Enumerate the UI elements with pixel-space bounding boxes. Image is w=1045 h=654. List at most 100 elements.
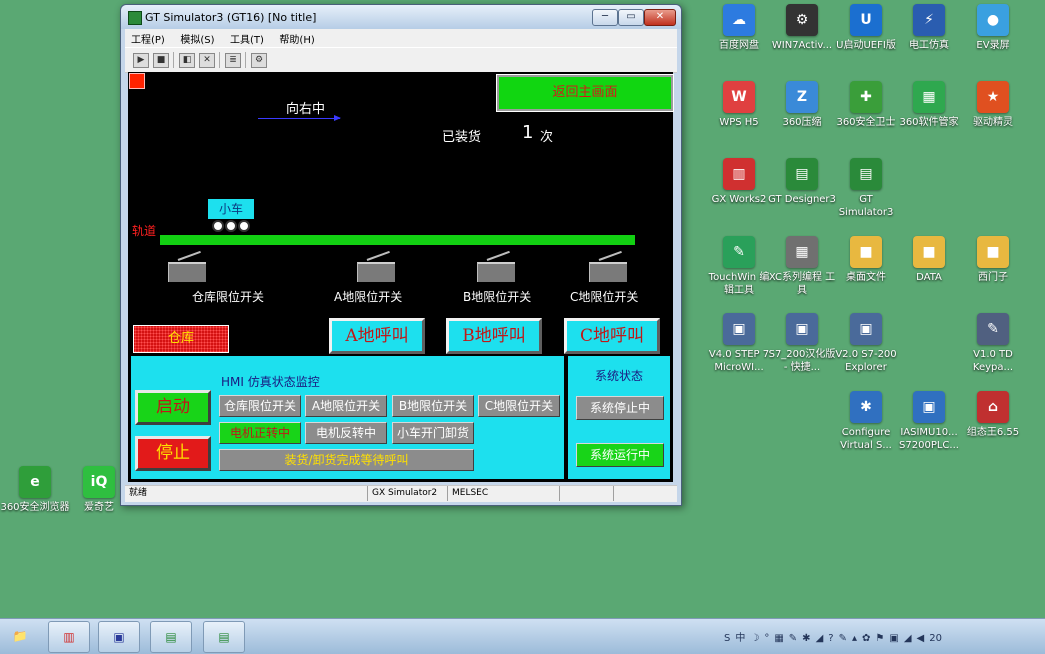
menu-simulate[interactable]: 模拟(S)	[174, 29, 220, 48]
cart-wheel	[212, 220, 224, 232]
wait-call-indicator: 装货/卸货完成等待呼叫	[219, 449, 474, 471]
desktop-icon[interactable]: ▦ 360软件管家	[894, 81, 964, 129]
menu-bar: 工程(P) 模拟(S) 工具(T) 帮助(H)	[125, 29, 677, 47]
desktop-icon[interactable]: ✱ Configure Virtual S...	[831, 391, 901, 452]
system-status-panel: 系统状态 系统停止中 系统运行中	[568, 356, 670, 479]
tray-icon[interactable]: ◢	[904, 633, 912, 644]
desktop-icon[interactable]: ■ DATA	[894, 236, 964, 284]
c-call-button[interactable]: C地呼叫	[564, 318, 660, 354]
app-icon: ▤	[850, 158, 882, 190]
tray-icon[interactable]: 中	[735, 629, 745, 644]
desktop-icon[interactable]: ✎ TouchWin 编辑工具	[704, 236, 774, 297]
desktop-icon-label: WPS H5	[719, 117, 759, 128]
desktop-icon[interactable]: ▣ S7_200汉化版 - 快捷...	[767, 313, 837, 374]
close-button[interactable]: ✕	[644, 9, 676, 26]
desktop-icon[interactable]: e 360安全浏览器	[0, 466, 70, 514]
a-call-button[interactable]: A地呼叫	[329, 318, 425, 354]
desktop-icon-label: GT Simulator3	[838, 194, 894, 218]
explorer-taskbar-icon[interactable]: 📁	[0, 621, 40, 651]
gt-simulator-taskbar-icon[interactable]: ▤	[203, 621, 245, 653]
desktop-icon[interactable]: ▣ V4.0 STEP 7 MicroWI...	[704, 313, 774, 374]
tray-icon[interactable]: ▣	[889, 633, 898, 644]
settings-icon[interactable]: ⚙	[251, 53, 267, 68]
title-bar[interactable]: GT Simulator3 (GT16) [No title] ─ ▭ ✕	[121, 5, 681, 29]
desktop-icon[interactable]: W WPS H5	[704, 81, 774, 129]
desktop-icon-label: V2.0 S7-200 Explorer	[835, 349, 897, 373]
tray-icon[interactable]: ▦	[774, 633, 783, 644]
app-icon: ■	[977, 236, 1009, 268]
desktop-icon[interactable]: ✎ V1.0 TD Keypa...	[958, 313, 1028, 374]
clear-icon[interactable]: ✕	[199, 53, 215, 68]
device-monitor-icon[interactable]: ◧	[179, 53, 195, 68]
desktop-icon[interactable]: ● EV录屏	[958, 4, 1028, 52]
desktop-icon[interactable]: ⌂ 组态王6.55	[958, 391, 1028, 439]
tray-icon[interactable]: S	[724, 633, 730, 644]
desktop-icon-label: 360安全卫士	[836, 117, 896, 128]
desktop-icon[interactable]: ■ 桌面文件	[831, 236, 901, 284]
menu-help[interactable]: 帮助(H)	[273, 29, 320, 48]
tray-icon[interactable]: ◢	[816, 633, 824, 644]
tray-icon[interactable]: ☽	[750, 633, 759, 644]
status-cell-empty	[613, 486, 674, 501]
menu-project[interactable]: 工程(P)	[125, 29, 171, 48]
monitor-title: HMI 仿真状态监控	[221, 375, 320, 389]
desktop-icon[interactable]: ▥ GX Works2	[704, 158, 774, 206]
stop-button[interactable]: 停止	[135, 436, 211, 471]
list-icon[interactable]: ≣	[225, 53, 241, 68]
desktop-icon[interactable]: ▤ GT Simulator3	[831, 158, 901, 219]
tray-icon[interactable]: ✿	[862, 633, 870, 644]
app-icon: ▥	[723, 158, 755, 190]
desktop-icon[interactable]: ✚ 360安全卫士	[831, 81, 901, 129]
desktop-icon[interactable]: ■ 西门子	[958, 236, 1028, 284]
desktop-icon[interactable]: ▤ GT Designer3	[767, 158, 837, 206]
desktop-icon[interactable]: ▦ XC系列编程 工具	[767, 236, 837, 297]
app-icon: ☁	[723, 4, 755, 36]
desktop-icon[interactable]: ⚙ WIN7Activ...	[767, 4, 837, 52]
back-to-main-button[interactable]: 返回主画面	[496, 74, 674, 112]
minimize-button[interactable]: ─	[592, 9, 618, 26]
tray-icon[interactable]: ▴	[852, 633, 857, 644]
maximize-button[interactable]: ▭	[618, 9, 644, 26]
tray-icon[interactable]: ◀	[917, 633, 925, 644]
desktop-icon[interactable]: ▣ IASIMU10... S7200PLC...	[894, 391, 964, 452]
desktop-icon-label: 西门子	[978, 272, 1008, 283]
app-taskbar-icon[interactable]: ▣	[98, 621, 140, 653]
gt-designer-taskbar-icon[interactable]: ▤	[150, 621, 192, 653]
desktop-icon[interactable]: ★ 驱动精灵	[958, 81, 1028, 129]
desktop-icon-label: Configure Virtual S...	[840, 427, 892, 451]
tray-icon[interactable]: ✱	[802, 633, 810, 644]
desktop-icon[interactable]: Z 360压缩	[767, 81, 837, 129]
desktop-icon[interactable]: ⚡ 电工仿真	[894, 4, 964, 52]
status-cell-empty	[559, 486, 614, 501]
taskbar: 📁 ▥ ▣ ▤ ▤ S 中 ☽ ° ▦ ✎ ✱ ◢? ✎ ▴ ✿ ⚑ ▣ ◢ ◀ 20	[0, 618, 1045, 654]
tray-icon[interactable]: ⚑	[875, 633, 884, 644]
tray-icon[interactable]: ✎	[789, 633, 797, 644]
system-stopped-indicator: 系统停止中	[576, 396, 664, 420]
desktop-icon-label: 驱动精灵	[973, 117, 1013, 128]
start-button[interactable]: 启动	[135, 390, 211, 425]
b-call-button[interactable]: B地呼叫	[446, 318, 542, 354]
tray-icon[interactable]: ?	[828, 633, 833, 644]
stop-sim-icon[interactable]: ■	[153, 53, 169, 68]
menu-tools[interactable]: 工具(T)	[224, 29, 270, 48]
desktop-icon-label: V1.0 TD Keypa...	[972, 349, 1014, 373]
gx-works-taskbar-icon[interactable]: ▥	[48, 621, 90, 653]
system-running-indicator: 系统运行中	[576, 443, 664, 467]
desktop-icon[interactable]: U U启动UEFI版	[831, 4, 901, 52]
monitor-panel: HMI 仿真状态监控 启动 停止 仓库限位开关 A地限位开关 B地限位开关 C地…	[131, 356, 564, 479]
app-icon: ⌂	[977, 391, 1009, 423]
desktop-icon[interactable]: ☁ 百度网盘	[704, 4, 774, 52]
cart: 小车	[208, 199, 254, 219]
desktop-icon-label: 组态王6.55	[966, 427, 1020, 438]
start-sim-icon[interactable]: ▶	[133, 53, 149, 68]
tray-icon[interactable]: ✎	[839, 633, 847, 644]
tray-icon[interactable]: °	[764, 633, 769, 644]
app-icon: ✎	[723, 236, 755, 268]
clock[interactable]: 20	[929, 633, 942, 644]
app-icon: ▣	[850, 313, 882, 345]
toolbar-separator	[173, 52, 174, 68]
desktop-icon-label: 桌面文件	[846, 272, 886, 283]
app-icon: ▣	[913, 391, 945, 423]
cart-wheel	[238, 220, 250, 232]
desktop-icon[interactable]: ▣ V2.0 S7-200 Explorer	[831, 313, 901, 374]
